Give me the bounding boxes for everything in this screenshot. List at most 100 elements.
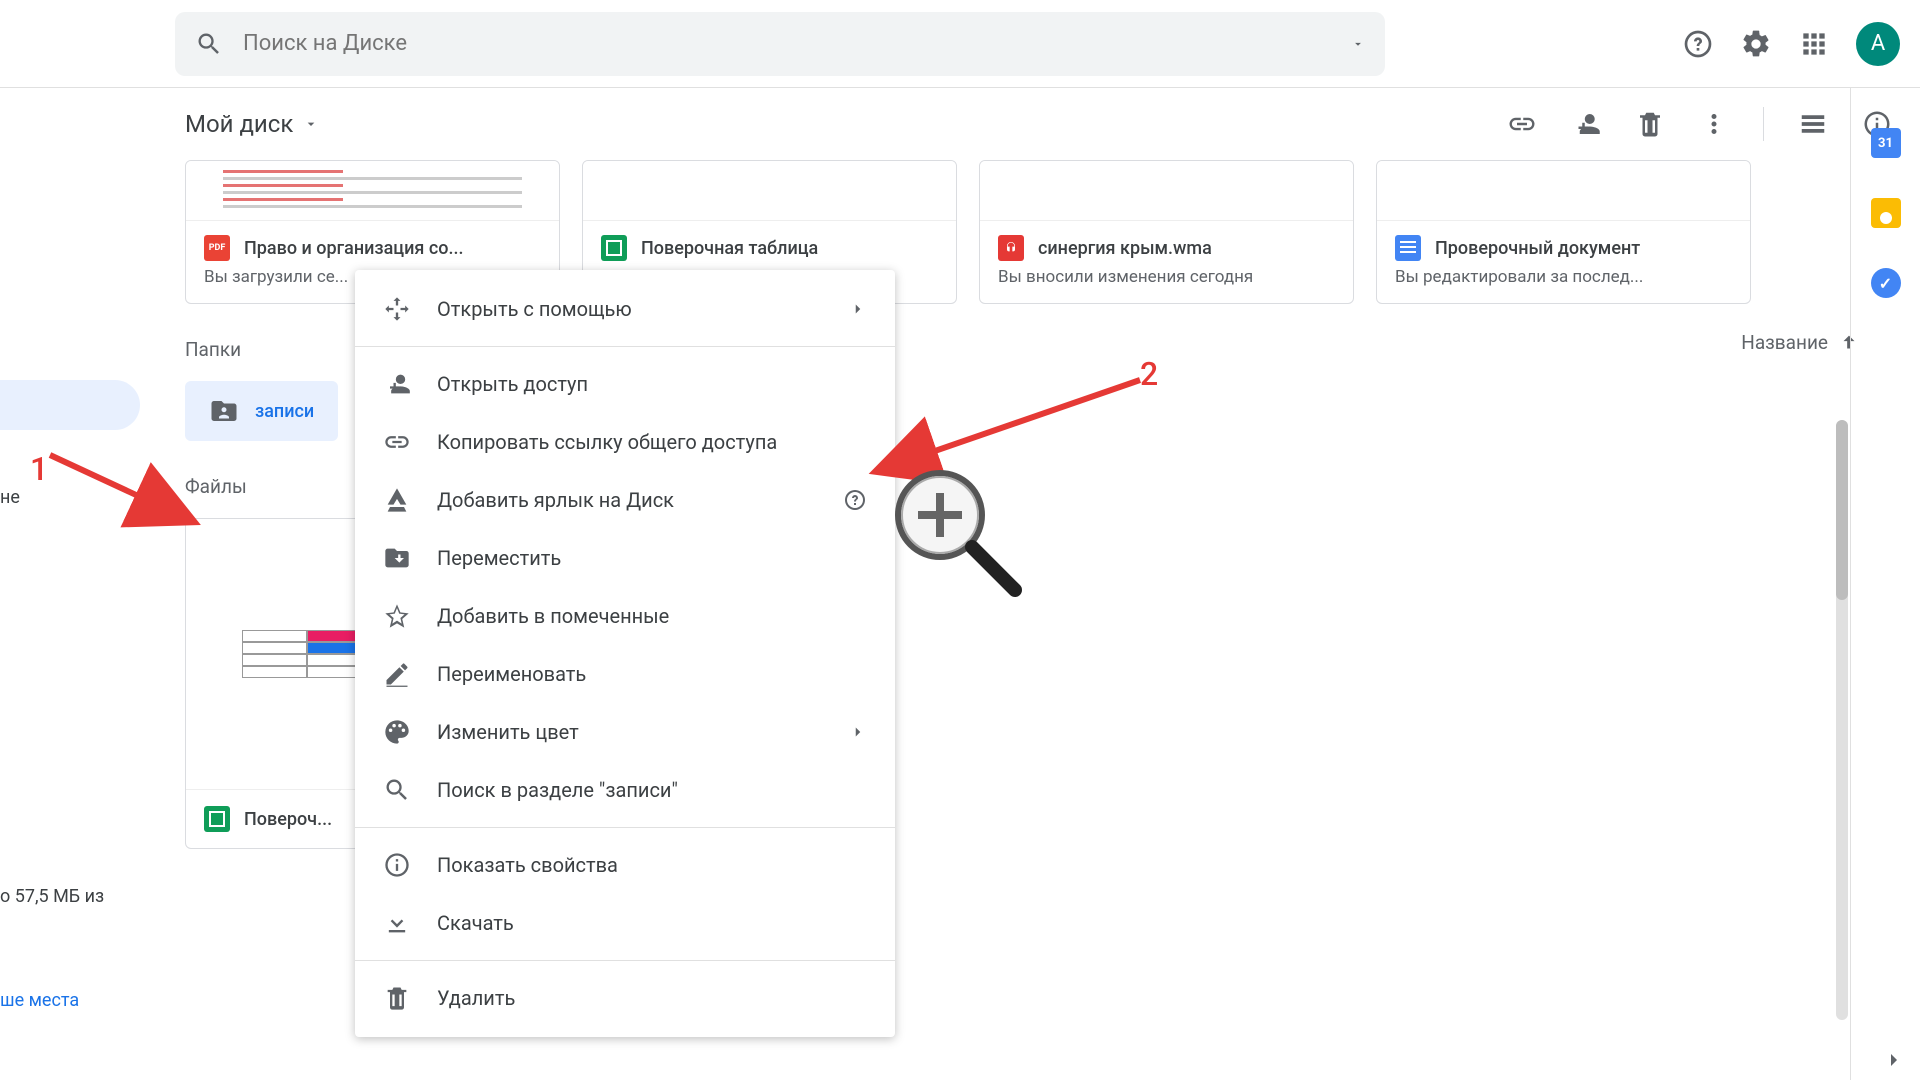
sort-by-name[interactable]: Название [1741, 331, 1860, 354]
search-filter-caret-icon[interactable] [1351, 37, 1365, 51]
move-folder-icon [383, 544, 411, 572]
menu-change-color[interactable]: Изменить цвет [355, 703, 895, 761]
menu-label: Открыть с помощью [437, 297, 823, 321]
sidebar-partial-text: не [0, 487, 20, 508]
share-person-icon[interactable] [1571, 109, 1601, 139]
toolbar-separator [1763, 107, 1764, 141]
menu-download[interactable]: Скачать [355, 894, 895, 952]
sidebar-storage-text: о 57,5 МБ из [0, 886, 104, 907]
menu-label: Открыть доступ [437, 372, 867, 396]
star-icon [383, 602, 411, 630]
chevron-right-icon [849, 300, 867, 318]
link-icon [383, 428, 411, 456]
get-link-icon[interactable] [1507, 109, 1537, 139]
search-in-icon [383, 776, 411, 804]
card-thumb [186, 161, 559, 221]
menu-label: Скачать [437, 911, 867, 935]
list-view-icon[interactable] [1798, 109, 1828, 139]
menu-star[interactable]: Добавить в помеченные [355, 587, 895, 645]
rename-pencil-icon [383, 660, 411, 688]
file-name: Повероч... [244, 809, 332, 830]
chevron-right-icon [849, 723, 867, 741]
side-panel: 31 [1850, 88, 1920, 1080]
header-icons: А [1682, 22, 1900, 66]
menu-separator [355, 827, 895, 828]
audio-icon [998, 235, 1024, 261]
card-thumb [980, 161, 1353, 221]
menu-copy-link[interactable]: Копировать ссылку общего доступа [355, 413, 895, 471]
docs-icon [1395, 235, 1421, 261]
menu-rename[interactable]: Переименовать [355, 645, 895, 703]
breadcrumb-my-drive[interactable]: Мой диск [185, 110, 319, 138]
card-thumb [583, 161, 956, 221]
sidebar-buy-storage[interactable]: ше места [0, 990, 79, 1011]
menu-separator [355, 960, 895, 961]
menu-label: Переименовать [437, 662, 867, 686]
toolbar: Мой диск [0, 88, 1920, 160]
menu-share[interactable]: Открыть доступ [355, 355, 895, 413]
scrollbar-track[interactable] [1836, 420, 1848, 1020]
card-name: Поверочная таблица [641, 238, 818, 259]
apps-grid-icon[interactable] [1798, 28, 1830, 60]
header: А [0, 0, 1920, 88]
download-icon [383, 909, 411, 937]
delete-trash-icon[interactable] [1635, 109, 1665, 139]
menu-label: Копировать ссылку общего доступа [437, 430, 867, 454]
help-outline-icon[interactable] [843, 488, 867, 512]
pdf-icon: PDF [204, 235, 230, 261]
keep-app-icon[interactable] [1871, 198, 1901, 228]
user-avatar[interactable]: А [1856, 22, 1900, 66]
menu-details[interactable]: Показать свойства [355, 836, 895, 894]
menu-add-shortcut[interactable]: Добавить ярлык на Диск [355, 471, 895, 529]
quick-access-card[interactable]: синергия крым.wma Вы вносили изменения с… [979, 160, 1354, 304]
open-with-icon [383, 295, 411, 323]
menu-label: Удалить [437, 986, 867, 1010]
shared-folder-icon [209, 396, 239, 426]
card-name: Право и организация со... [244, 238, 463, 259]
context-menu: Открыть с помощью Открыть доступ Копиров… [355, 270, 895, 1037]
menu-label: Изменить цвет [437, 720, 823, 744]
card-name: Проверочный документ [1435, 238, 1640, 259]
menu-label: Добавить ярлык на Диск [437, 488, 817, 512]
main-content: не о 57,5 МБ из ше места PDFПраво и орга… [0, 160, 1920, 849]
menu-delete[interactable]: Удалить [355, 969, 895, 1027]
menu-separator [355, 346, 895, 347]
tasks-app-icon[interactable] [1871, 268, 1901, 298]
sort-label-text: Название [1741, 331, 1828, 354]
scrollbar-thumb[interactable] [1836, 420, 1848, 600]
card-name: синергия крым.wma [1038, 238, 1212, 259]
card-thumb [1377, 161, 1750, 221]
breadcrumb-label: Мой диск [185, 110, 293, 138]
menu-label: Переместить [437, 546, 867, 570]
menu-search-in[interactable]: Поиск в разделе "записи" [355, 761, 895, 819]
side-panel-chevron-icon[interactable] [1882, 1048, 1906, 1072]
quick-access-card[interactable]: Проверочный документ Вы редактировали за… [1376, 160, 1751, 304]
toolbar-actions [1507, 107, 1892, 141]
sidebar-selected-pill[interactable] [0, 380, 140, 430]
trash-icon [383, 984, 411, 1012]
calendar-app-icon[interactable]: 31 [1871, 128, 1901, 158]
search-input[interactable] [243, 31, 1351, 56]
menu-move[interactable]: Переместить [355, 529, 895, 587]
menu-open-with[interactable]: Открыть с помощью [355, 280, 895, 338]
folder-item-zapisi[interactable]: записи [185, 381, 338, 441]
drive-shortcut-icon [383, 486, 411, 514]
share-icon [383, 370, 411, 398]
section-folders-label: Папки [185, 338, 241, 361]
search-bar[interactable] [175, 12, 1385, 76]
sheets-icon [601, 235, 627, 261]
menu-label: Добавить в помеченные [437, 604, 867, 628]
settings-gear-icon[interactable] [1740, 28, 1772, 60]
help-icon[interactable] [1682, 28, 1714, 60]
info-outline-icon [383, 851, 411, 879]
folder-label: записи [255, 401, 314, 422]
card-subtitle: Вы вносили изменения сегодня [980, 267, 1353, 303]
search-icon [195, 30, 223, 58]
palette-icon [383, 718, 411, 746]
menu-label: Поиск в разделе "записи" [437, 778, 867, 802]
more-vert-icon[interactable] [1699, 109, 1729, 139]
sheets-icon [204, 806, 230, 832]
menu-label: Показать свойства [437, 853, 867, 877]
card-subtitle: Вы редактировали за послед... [1377, 267, 1750, 303]
breadcrumb-caret-icon [303, 116, 319, 132]
